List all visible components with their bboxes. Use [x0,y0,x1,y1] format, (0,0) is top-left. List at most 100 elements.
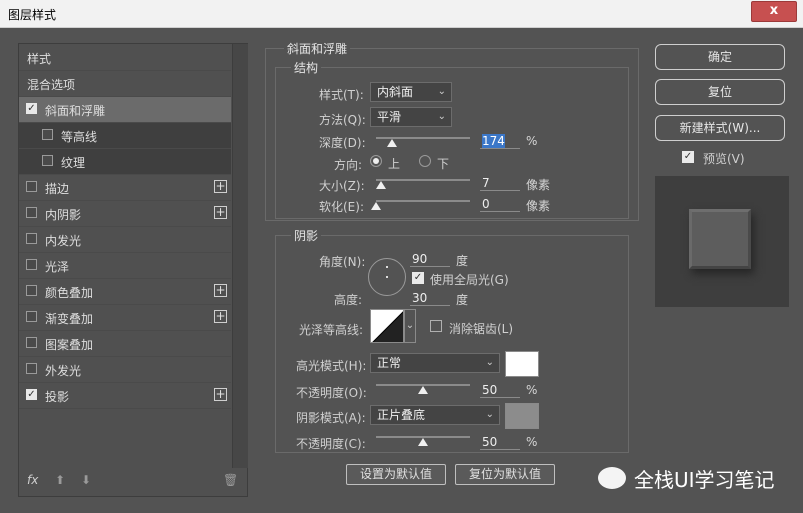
styles-list-panel: 样式 混合选项 ✓ 斜面和浮雕 等高线 纹理 描边 + 内阴影 + 内发光 光泽 颜色叠加 + 渐变叠加 + 图… [18,43,248,497]
style-list-checkbox[interactable] [42,155,53,166]
style-list-label: 内阴影 [45,208,82,222]
add-icon[interactable]: + [214,180,227,193]
style-list-checkbox[interactable] [26,207,37,218]
depth-slider-thumb[interactable] [386,139,397,147]
global-light-checkbox[interactable]: ✓ [412,272,424,284]
style-select[interactable]: 内斜面 ⌄ [370,82,452,102]
add-icon[interactable]: + [214,388,227,401]
set-default-button[interactable]: 设置为默认值 [346,464,446,485]
style-list-item[interactable]: 纹理 [19,149,231,175]
style-list-checkbox[interactable] [26,181,37,192]
highlight-mode-label: 高光模式(H): [296,359,367,373]
style-list-label: 内发光 [45,234,82,248]
add-icon[interactable]: + [214,206,227,219]
style-list-item[interactable]: 颜色叠加 + [19,279,231,305]
scrollbar[interactable] [232,44,248,468]
shadow-opacity-input[interactable]: 50 [480,435,520,450]
soften-slider-thumb[interactable] [371,202,381,210]
shading-title: 阴影 [291,227,322,244]
style-list-label: 斜面和浮雕 [45,104,106,118]
altitude-unit: 度 [456,293,469,307]
style-list-checkbox[interactable] [26,233,37,244]
fx-button[interactable]: fx [27,473,38,487]
direction-down-label: 下 [437,157,450,171]
style-list-item[interactable]: 内发光 [19,227,231,253]
technique-select[interactable]: 平滑 ⌄ [370,107,452,127]
ok-button[interactable]: 确定 [655,44,785,70]
move-down-icon[interactable]: ⬇ [81,473,91,487]
gloss-contour-label: 光泽等高线: [299,323,364,337]
style-list-item[interactable]: ✓ 斜面和浮雕 [19,97,231,123]
move-up-icon[interactable]: ⬆ [55,473,65,487]
size-unit: 像素 [526,178,551,192]
angle-input[interactable]: 90 [410,252,450,267]
style-list-checkbox[interactable] [26,337,37,348]
style-list-label: 等高线 [61,130,98,144]
style-list-checkbox[interactable] [26,363,37,374]
add-icon[interactable]: + [214,310,227,323]
size-label: 大小(Z): [319,179,365,193]
style-list-checkbox[interactable]: ✓ [26,103,37,114]
depth-input[interactable]: 174 [480,134,520,149]
highlight-opacity-thumb[interactable] [418,386,428,394]
chevron-down-icon[interactable]: ⌄ [404,309,416,343]
style-list-item[interactable]: 样式 [19,45,231,71]
trash-icon[interactable]: 🗑 [223,473,238,487]
size-input[interactable]: 7 [480,176,520,191]
soften-label: 软化(E): [319,200,364,214]
style-list-label: 混合选项 [27,78,76,92]
shadow-mode-select[interactable]: 正片叠底 ⌄ [370,405,500,425]
style-list-item[interactable]: 外发光 [19,357,231,383]
altitude-label: 高度: [334,293,363,307]
preview-label: 预览(V) [703,152,745,166]
style-list-item[interactable]: 光泽 [19,253,231,279]
highlight-mode-select[interactable]: 正常 ⌄ [370,353,500,373]
title-bar: 图层样式 x [0,0,803,28]
shadow-opacity-label: 不透明度(C): [296,437,366,451]
style-list-item[interactable]: 等高线 [19,123,231,149]
soften-unit: 像素 [526,199,551,213]
highlight-color-swatch[interactable] [505,351,539,377]
style-list-checkbox[interactable] [26,311,37,322]
direction-down-radio[interactable] [419,155,431,167]
soften-input[interactable]: 0 [480,197,520,212]
direction-up-radio[interactable] [370,155,382,167]
style-list-item[interactable]: 内阴影 + [19,201,231,227]
contour-curve-icon [372,311,403,342]
reset-default-button[interactable]: 复位为默认值 [455,464,555,485]
altitude-input[interactable]: 30 [410,291,450,306]
gloss-contour-picker[interactable] [370,309,404,343]
shadow-opacity-thumb[interactable] [418,438,428,446]
add-icon[interactable]: + [214,284,227,297]
soften-slider[interactable] [376,200,470,202]
preview-checkbox[interactable]: ✓ [682,151,694,163]
reset-button[interactable]: 复位 [655,79,785,105]
style-list-item[interactable]: ✓ 投影 + [19,383,231,409]
style-list-label: 外发光 [45,364,82,378]
style-list-checkbox[interactable] [26,285,37,296]
close-button[interactable]: x [751,1,797,22]
style-list-item[interactable]: 描边 + [19,175,231,201]
style-list-item[interactable]: 混合选项 [19,71,231,97]
size-slider-thumb[interactable] [375,181,386,189]
style-list-checkbox[interactable] [26,259,37,270]
style-list-label: 纹理 [61,156,86,170]
style-list-item[interactable]: 渐变叠加 + [19,305,231,331]
new-style-button[interactable]: 新建样式(W)... [655,115,785,141]
shadow-color-swatch[interactable] [505,403,539,429]
highlight-opacity-input[interactable]: 50 [480,383,520,398]
angle-dial[interactable] [368,258,406,296]
shadow-mode-label: 阴影模式(A): [296,411,366,425]
antialias-label: 消除锯齿(L) [449,322,514,336]
global-light-label: 使用全局光(G) [430,273,509,287]
depth-unit: % [526,134,538,148]
size-slider[interactable] [376,179,470,181]
style-list-item[interactable]: 图案叠加 [19,331,231,357]
chevron-down-icon: ⌄ [485,357,494,368]
angle-dial-marker [386,266,388,268]
wechat-icon [598,467,626,489]
style-list-label: 颜色叠加 [45,286,94,300]
antialias-checkbox[interactable] [430,320,442,332]
style-list-checkbox[interactable] [42,129,53,140]
style-list-checkbox[interactable]: ✓ [26,389,37,400]
